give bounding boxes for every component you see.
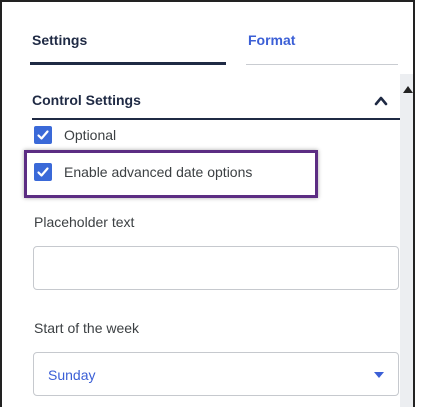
optional-label: Optional xyxy=(64,127,117,143)
dropdown-caret-icon[interactable] xyxy=(374,372,384,378)
week-start-select[interactable]: Sunday xyxy=(33,352,399,396)
tab-format[interactable]: Format xyxy=(248,32,295,48)
scroll-up-arrow-icon[interactable] xyxy=(403,86,413,93)
placeholder-text-input[interactable] xyxy=(33,246,399,290)
tab-divider xyxy=(246,64,398,65)
checkmark-icon xyxy=(37,130,49,140)
week-start-label: Start of the week xyxy=(34,320,140,336)
optional-checkbox[interactable] xyxy=(34,126,52,144)
scrollbar[interactable] xyxy=(400,74,413,407)
chevron-up-icon[interactable] xyxy=(372,92,390,110)
advanced-date-checkbox[interactable] xyxy=(34,163,52,181)
checkmark-icon xyxy=(37,167,49,177)
section-title: Control Settings xyxy=(32,92,141,108)
advanced-date-label: Enable advanced date options xyxy=(64,164,253,180)
active-tab-indicator xyxy=(30,62,226,65)
tab-bar: Settings Format xyxy=(2,2,400,66)
section-divider xyxy=(32,118,400,120)
placeholder-text-label: Placeholder text xyxy=(34,214,135,230)
panel-border xyxy=(413,0,415,407)
tab-settings[interactable]: Settings xyxy=(32,32,87,48)
control-settings-header[interactable]: Control Settings xyxy=(32,90,400,120)
week-start-value: Sunday xyxy=(48,367,96,383)
